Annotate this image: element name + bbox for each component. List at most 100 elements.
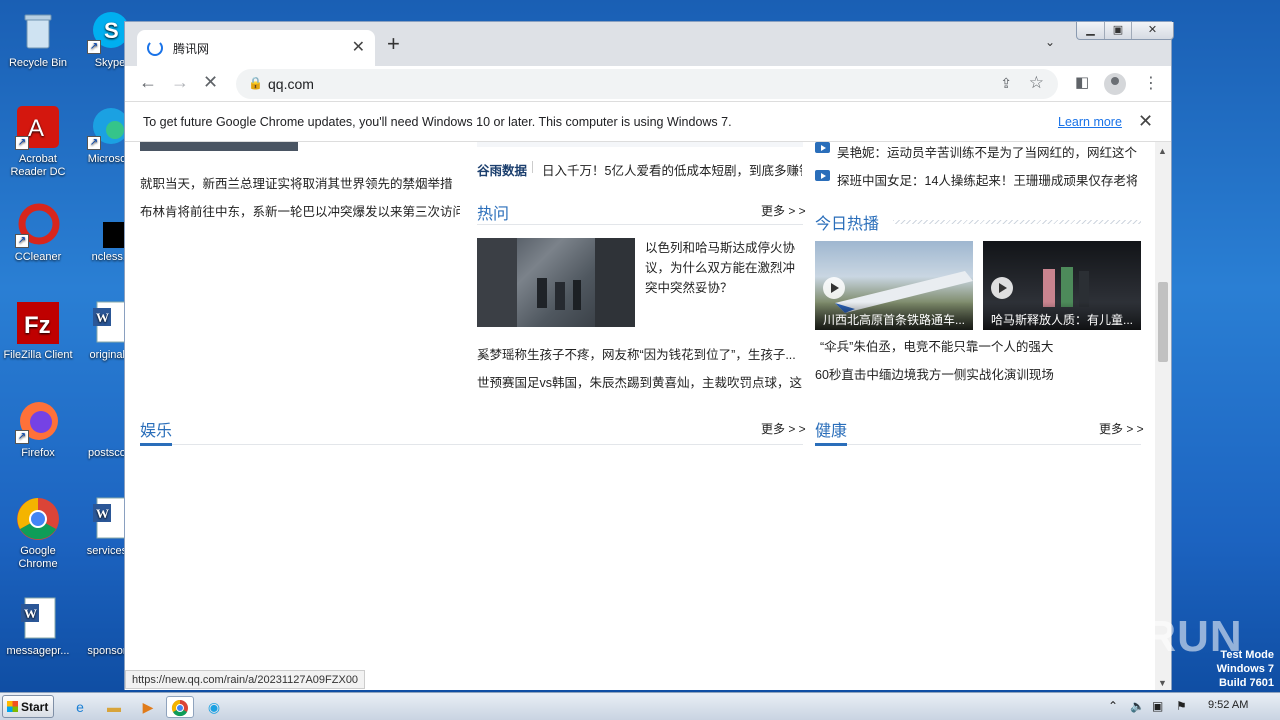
anyrun-watermark: ANY RUN xyxy=(1036,612,1243,661)
news-link[interactable]: “伞兵”朱伯丞，电竞不能只靠一个人的强大 xyxy=(820,336,1140,355)
chrome-window: 腾讯网 ✕ + ⌄ ▁ ▣ ✕ ← → ✕ 🔒 qq.com ⇪ ☆ ◧ ⋮ T… xyxy=(124,21,1174,690)
section-title-today-hot[interactable]: 今日热播 xyxy=(815,210,879,234)
share-icon[interactable]: ⇪ xyxy=(1000,75,1012,92)
video-news-link[interactable]: 探班中国女足：14人操练起来！王珊珊成顽果仅存老将... xyxy=(837,170,1137,189)
infobar-message: To get future Google Chrome updates, you… xyxy=(143,115,732,129)
section-divider xyxy=(477,224,803,225)
svg-text:W: W xyxy=(96,310,109,325)
media-player-taskbar-icon[interactable]: ▶ xyxy=(134,696,162,718)
acrobat-icon: A ↗ xyxy=(15,104,61,150)
partial-row xyxy=(477,142,803,147)
section-title-health[interactable]: 健康 xyxy=(815,417,847,441)
desktop-icon-messagepr[interactable]: W messagepr... xyxy=(0,596,76,658)
url-text[interactable]: qq.com xyxy=(268,76,314,92)
forward-arrow-icon[interactable]: → xyxy=(171,72,189,92)
show-hidden-icons-icon[interactable]: ⌃ xyxy=(1108,699,1118,713)
network-icon[interactable]: ▣ xyxy=(1152,699,1163,713)
svg-text:W: W xyxy=(96,506,109,521)
explorer-taskbar-icon[interactable]: ▬ xyxy=(100,696,128,718)
tab-close-icon[interactable]: ✕ xyxy=(352,37,365,57)
news-image-partial[interactable] xyxy=(140,142,298,151)
section-title-hot[interactable]: 热问 xyxy=(477,200,509,224)
browser-toolbar: ← → ✕ 🔒 qq.com ⇪ ☆ ◧ ⋮ xyxy=(125,66,1171,101)
feature-headline[interactable]: 以色列和哈马斯达成停火协议，为什么双方能在激烈冲突中突然妥协？ xyxy=(645,238,805,298)
stop-loading-icon[interactable]: ✕ xyxy=(203,72,218,92)
news-link[interactable]: 奚梦瑶称生孩子不疼，网友称“因为钱花到位了”，生孩子... xyxy=(477,344,803,363)
desktop-icon-google-chrome[interactable]: Google Chrome xyxy=(0,496,76,571)
svg-text:A: A xyxy=(28,115,44,142)
video-thumbnail-hostages[interactable]: 哈马斯释放人质：有儿童... xyxy=(983,241,1141,330)
chrome-icon xyxy=(15,496,61,542)
maximize-button[interactable]: ▣ xyxy=(1104,22,1131,39)
bookmark-star-icon[interactable]: ☆ xyxy=(1029,73,1044,93)
more-link-entertainment[interactable]: 更多 > > xyxy=(761,420,806,437)
source-label[interactable]: 谷雨数据 xyxy=(477,160,527,179)
system-clock[interactable]: 9:52 AM xyxy=(1208,699,1248,711)
start-button[interactable]: Start xyxy=(2,695,54,718)
word-doc-icon: W xyxy=(15,596,61,642)
tab-title: 腾讯网 xyxy=(173,42,210,56)
edge-taskbar-icon[interactable]: ◉ xyxy=(200,696,228,718)
video-icon xyxy=(815,170,830,181)
news-link[interactable]: 日入千万！5亿人爱看的低成本短剧，到底多赚钱 xyxy=(542,160,802,179)
desktop-icon-filezilla[interactable]: Fz FileZilla Client xyxy=(0,300,76,362)
video-caption: 川西北高原首条铁路通车... xyxy=(815,302,973,330)
divider xyxy=(532,161,533,173)
svg-text:W: W xyxy=(24,606,37,621)
chrome-taskbar-icon[interactable] xyxy=(166,696,194,718)
alley-scene-illustration xyxy=(477,238,635,327)
window-controls: ▁ ▣ ✕ xyxy=(1076,22,1174,40)
recycle-bin-icon xyxy=(15,8,61,54)
scroll-down-arrow-icon[interactable]: ▼ xyxy=(1158,678,1167,688)
news-link[interactable]: 世预赛国足vs韩国，朱辰杰踢到黄喜灿，主裁吹罚点球，这... xyxy=(477,372,803,391)
more-link-hot[interactable]: 更多 > > xyxy=(761,202,806,219)
close-window-button[interactable]: ✕ xyxy=(1131,22,1173,39)
tab-strip: 腾讯网 ✕ + ⌄ ▁ ▣ ✕ xyxy=(125,22,1174,66)
play-icon[interactable] xyxy=(991,277,1013,299)
test-mode-text: Test Mode Windows 7 Build 7601 xyxy=(1216,649,1274,689)
profile-avatar-icon[interactable] xyxy=(1104,73,1126,95)
ie-taskbar-icon[interactable]: e xyxy=(66,696,94,718)
update-infobar: To get future Google Chrome updates, you… xyxy=(125,101,1171,142)
desktop-icon-acrobat[interactable]: A ↗ Acrobat Reader DC xyxy=(0,104,76,179)
taskbar: Start e ▬ ▶ ◉ ⌃ 🔈 ▣ ⚑ 9:52 AM xyxy=(0,692,1280,720)
address-bar[interactable]: 🔒 qq.com ⇪ ☆ xyxy=(236,69,1058,99)
new-tab-button[interactable]: + xyxy=(387,33,400,55)
menu-kebab-icon[interactable]: ⋮ xyxy=(1143,73,1159,93)
infobar-close-icon[interactable]: ✕ xyxy=(1138,111,1153,132)
web-page-content: 就职当天，新西兰总理证实将取消其世界领先的禁烟举措 布林肯将前往中东，系新一轮巴… xyxy=(125,142,1155,690)
section-underline xyxy=(140,443,172,446)
svg-text:S: S xyxy=(104,18,119,43)
side-panel-icon[interactable]: ◧ xyxy=(1075,73,1089,91)
more-link-health[interactable]: 更多 > > xyxy=(1099,420,1144,437)
svg-text:Fz: Fz xyxy=(24,312,51,339)
desktop-icon-recycle-bin[interactable]: Recycle Bin xyxy=(0,8,76,70)
back-arrow-icon[interactable]: ← xyxy=(139,72,157,92)
tab-search-chevron-icon[interactable]: ⌄ xyxy=(1045,35,1055,49)
news-link[interactable]: 布林肯将前往中东，系新一轮巴以冲突爆发以来第三次访问 xyxy=(140,201,460,220)
page-scrollbar[interactable]: ▲ ▼ xyxy=(1155,142,1171,690)
news-link[interactable]: 60秒直击中缅边境我方一侧实战化演训现场 xyxy=(815,364,1135,383)
tab-qq[interactable]: 腾讯网 ✕ xyxy=(137,30,375,66)
section-underline xyxy=(815,443,847,446)
news-photo-alley[interactable] xyxy=(477,238,635,327)
video-thumbnail-railway[interactable]: 川西北高原首条铁路通车... xyxy=(815,241,973,330)
learn-more-link[interactable]: Learn more xyxy=(1058,115,1122,129)
filezilla-icon: Fz xyxy=(15,300,61,346)
action-center-flag-icon[interactable]: ⚑ xyxy=(1176,699,1187,713)
section-title-entertainment[interactable]: 娱乐 xyxy=(140,417,172,441)
firefox-icon: ↗ xyxy=(15,398,61,444)
desktop-icon-firefox[interactable]: ↗ Firefox xyxy=(0,398,76,460)
volume-icon[interactable]: 🔈 xyxy=(1130,699,1145,713)
scroll-up-arrow-icon[interactable]: ▲ xyxy=(1158,146,1167,156)
video-caption: 哈马斯释放人质：有儿童... xyxy=(983,302,1141,330)
ccleaner-icon: ↗ xyxy=(15,202,61,248)
desktop-icon-ccleaner[interactable]: ↗ CCleaner xyxy=(0,202,76,264)
lock-icon[interactable]: 🔒 xyxy=(248,76,263,90)
play-icon[interactable] xyxy=(823,277,845,299)
minimize-button[interactable]: ▁ xyxy=(1077,22,1104,39)
scrollbar-thumb[interactable] xyxy=(1158,282,1168,362)
hatched-divider xyxy=(893,220,1141,224)
video-news-link[interactable]: 吴艳妮：运动员辛苦训练不是为了当网红的，网红这个... xyxy=(837,142,1137,161)
news-link[interactable]: 就职当天，新西兰总理证实将取消其世界领先的禁烟举措 xyxy=(140,173,460,192)
